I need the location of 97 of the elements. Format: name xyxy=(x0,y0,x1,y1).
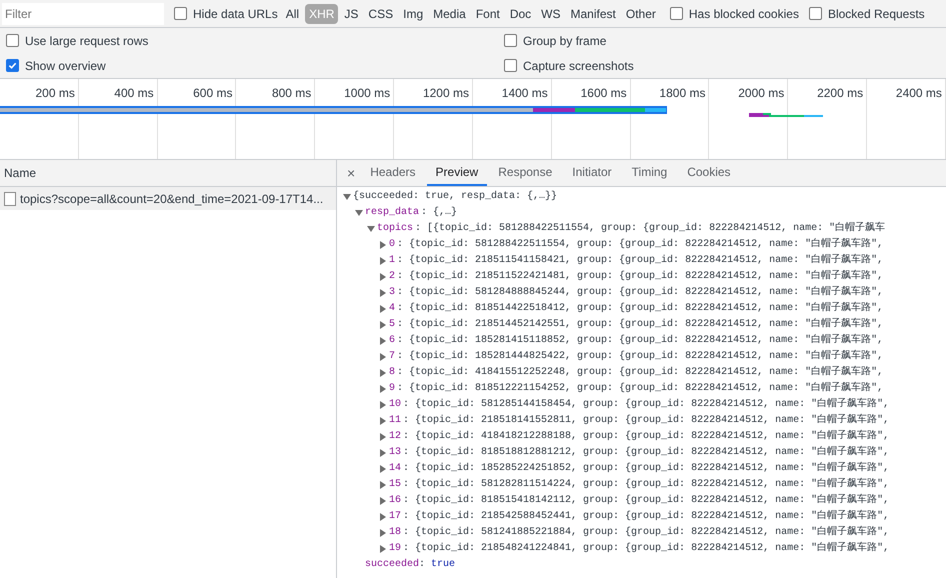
detail-tab[interactable]: Cookies xyxy=(678,160,740,186)
json-root: {succeeded: true, resp_data: {,…}} xyxy=(353,190,558,204)
detail-tab[interactable]: Initiator xyxy=(563,160,621,186)
detail-tab[interactable]: Timing xyxy=(622,160,676,186)
type-filter-button[interactable]: Font xyxy=(472,4,504,24)
time-tick-label: 2200 ms xyxy=(817,85,864,102)
json-key: 0 xyxy=(389,237,396,253)
json-key: 7 xyxy=(389,349,396,365)
checkmark-icon xyxy=(8,61,17,70)
request-row[interactable]: topics?scope=all&count=20&end_time=2021-09-17T14... xyxy=(0,187,336,210)
json-value: : {topic_id: 218514452142551, group: {group_id: 822284214512, name: "白帽子飙车路", xyxy=(397,317,884,332)
type-filter-button[interactable]: JS xyxy=(340,4,362,24)
json-value: : {topic_id: 218548241224841, group: {group_id: 822284214512, name: "白帽子飙车路", xyxy=(403,541,890,556)
json-value: : {topic_id: 581241885221884, group: {group_id: 822284214512, name: "白帽子飙车路", xyxy=(403,525,890,540)
time-tick-label: 1400 ms xyxy=(502,85,548,102)
json-value: : {topic_id: 418415512252248, group: {group_id: 822284214512, name: "白帽子飙车路", xyxy=(397,365,884,380)
json-value: : {topic_id: 581288422511554, group: {group_id: 822284214512, name: "白帽子飙车路", xyxy=(397,237,884,252)
time-tick-label: 800 ms xyxy=(272,85,312,102)
close-button[interactable]: × xyxy=(343,160,360,186)
json-value: : {topic_id: 185285224251852, group: {group_id: 822284214512, name: "白帽子飙车路", xyxy=(403,461,890,476)
json-value: : {topic_id: 581285144158454, group: {group_id: 822284214512, name: "白帽子飙车路", xyxy=(403,397,890,412)
type-filter-button[interactable]: Other xyxy=(622,4,660,24)
type-filter-button[interactable]: Media xyxy=(429,4,470,24)
checkbox[interactable] xyxy=(6,34,19,47)
json-key: succeeded xyxy=(365,557,420,573)
json-key: 17 xyxy=(389,509,402,525)
time-tick-label: 400 ms xyxy=(114,85,154,102)
json-key: topics xyxy=(377,221,414,237)
checkbox-label: Blocked Requests xyxy=(828,6,925,22)
filter-field[interactable]: Filter xyxy=(2,2,164,24)
json-value: : {,…} xyxy=(421,206,458,220)
json-value: : {topic_id: 185281444825422, group: {group_id: 822284214512, name: "白帽子飙车路", xyxy=(397,349,884,364)
checkbox[interactable] xyxy=(6,59,19,72)
checkbox[interactable] xyxy=(504,34,517,47)
checkbox[interactable] xyxy=(504,59,517,72)
time-tick-label: 200 ms xyxy=(35,85,75,102)
json-value: : {topic_id: 581282811514224, group: {group_id: 822284214512, name: "白帽子飙车路", xyxy=(403,477,890,492)
time-tick-label: 1200 ms xyxy=(422,85,469,102)
json-value: : {topic_id: 818512221154252, group: {group_id: 822284214512, name: "白帽子飙车路", xyxy=(397,381,884,396)
json-key: resp_data xyxy=(365,205,420,221)
type-filter-button[interactable]: CSS xyxy=(364,4,398,24)
json-value: : {topic_id: 818518812881212, group: {group_id: 822284214512, name: "白帽子飙车路", xyxy=(403,445,890,460)
json-value: : [{topic_id: 581288422511554, group: {group_id: 822284214512, name: "白帽子飙车 xyxy=(415,221,886,236)
json-key: 4 xyxy=(389,301,396,317)
json-value: : {topic_id: 818514422518412, group: {group_id: 822284214512, name: "白帽子飙车路", xyxy=(397,301,884,316)
json-boolean: true xyxy=(431,558,456,572)
json-value: : {topic_id: 418418212288188, group: {group_id: 822284214512, name: "白帽子飙车路", xyxy=(403,429,890,444)
detail-tab[interactable]: Preview xyxy=(426,160,488,186)
checkbox-label: Show overview xyxy=(25,58,106,74)
document-icon xyxy=(4,192,16,206)
json-key: 2 xyxy=(389,269,396,285)
json-value: : {topic_id: 218518141552811, group: {group_id: 822284214512, name: "白帽子飙车路", xyxy=(403,413,890,428)
json-key: 19 xyxy=(389,541,402,557)
json-key: 18 xyxy=(389,525,402,541)
time-tick-label: 1000 ms xyxy=(344,85,390,102)
json-key: 16 xyxy=(389,493,402,509)
time-tick-label: 600 ms xyxy=(193,85,232,102)
checkbox-label: Group by frame xyxy=(523,32,606,50)
checkbox-label: Capture screenshots xyxy=(523,58,634,74)
json-key: 12 xyxy=(389,429,402,445)
type-filter-button[interactable]: Doc xyxy=(506,4,536,24)
json-key: 10 xyxy=(389,397,402,413)
checkbox-label: Use large request rows xyxy=(25,32,148,50)
json-key: 1 xyxy=(389,253,396,269)
json-key: 14 xyxy=(389,461,402,477)
checkbox-label: Has blocked cookies xyxy=(688,6,799,22)
json-value: : {topic_id: 581284888845244, group: {group_id: 822284214512, name: "白帽子飙车路", xyxy=(397,285,884,300)
json-key: 3 xyxy=(389,285,396,301)
json-key: 9 xyxy=(389,381,396,397)
json-key: 8 xyxy=(389,365,396,381)
detail-tab[interactable]: Headers xyxy=(361,160,425,186)
column-header[interactable]: Name xyxy=(0,160,336,187)
json-value: : {topic_id: 218511541158421, group: {group_id: 822284214512, name: "白帽子飙车路", xyxy=(397,253,884,268)
json-value: : {topic_id: 218511522421481, group: {group_id: 822284214512, name: "白帽子飙车路", xyxy=(397,269,884,284)
type-filter-button[interactable]: Manifest xyxy=(566,4,620,24)
checkbox-label: Hide data URLs xyxy=(193,6,278,22)
json-key: 11 xyxy=(389,413,402,429)
request-name: topics?scope=all&count=20&end_time=2021-09-17T14... xyxy=(20,190,324,208)
time-tick-label: 1600 ms xyxy=(580,85,627,102)
json-value: : {topic_id: 185281415118852, group: {group_id: 822284214512, name: "白帽子飙车路", xyxy=(397,333,884,348)
json-value: : {topic_id: 218542588452441, group: {group_id: 822284214512, name: "白帽子飙车路", xyxy=(403,509,890,524)
type-filter-button[interactable]: WS xyxy=(537,4,565,24)
json-value: : {topic_id: 818515418142112, group: {group_id: 822284214512, name: "白帽子飙车路", xyxy=(403,493,890,508)
json-key: 13 xyxy=(389,445,402,461)
detail-tab[interactable]: Response xyxy=(489,160,562,186)
time-tick-label: 2000 ms xyxy=(738,85,784,102)
time-tick-label: 1800 ms xyxy=(659,85,706,102)
json-key: 15 xyxy=(389,477,402,493)
checkbox[interactable] xyxy=(808,7,822,20)
type-filter-button[interactable]: All xyxy=(282,4,304,24)
json-key: 6 xyxy=(389,333,396,349)
checkbox[interactable] xyxy=(670,7,683,20)
json-value: : xyxy=(419,558,426,572)
time-tick-label: 2400 ms xyxy=(896,85,942,102)
checkbox[interactable] xyxy=(174,7,187,20)
json-key: 5 xyxy=(389,317,396,333)
type-filter-button[interactable]: Img xyxy=(399,4,428,24)
